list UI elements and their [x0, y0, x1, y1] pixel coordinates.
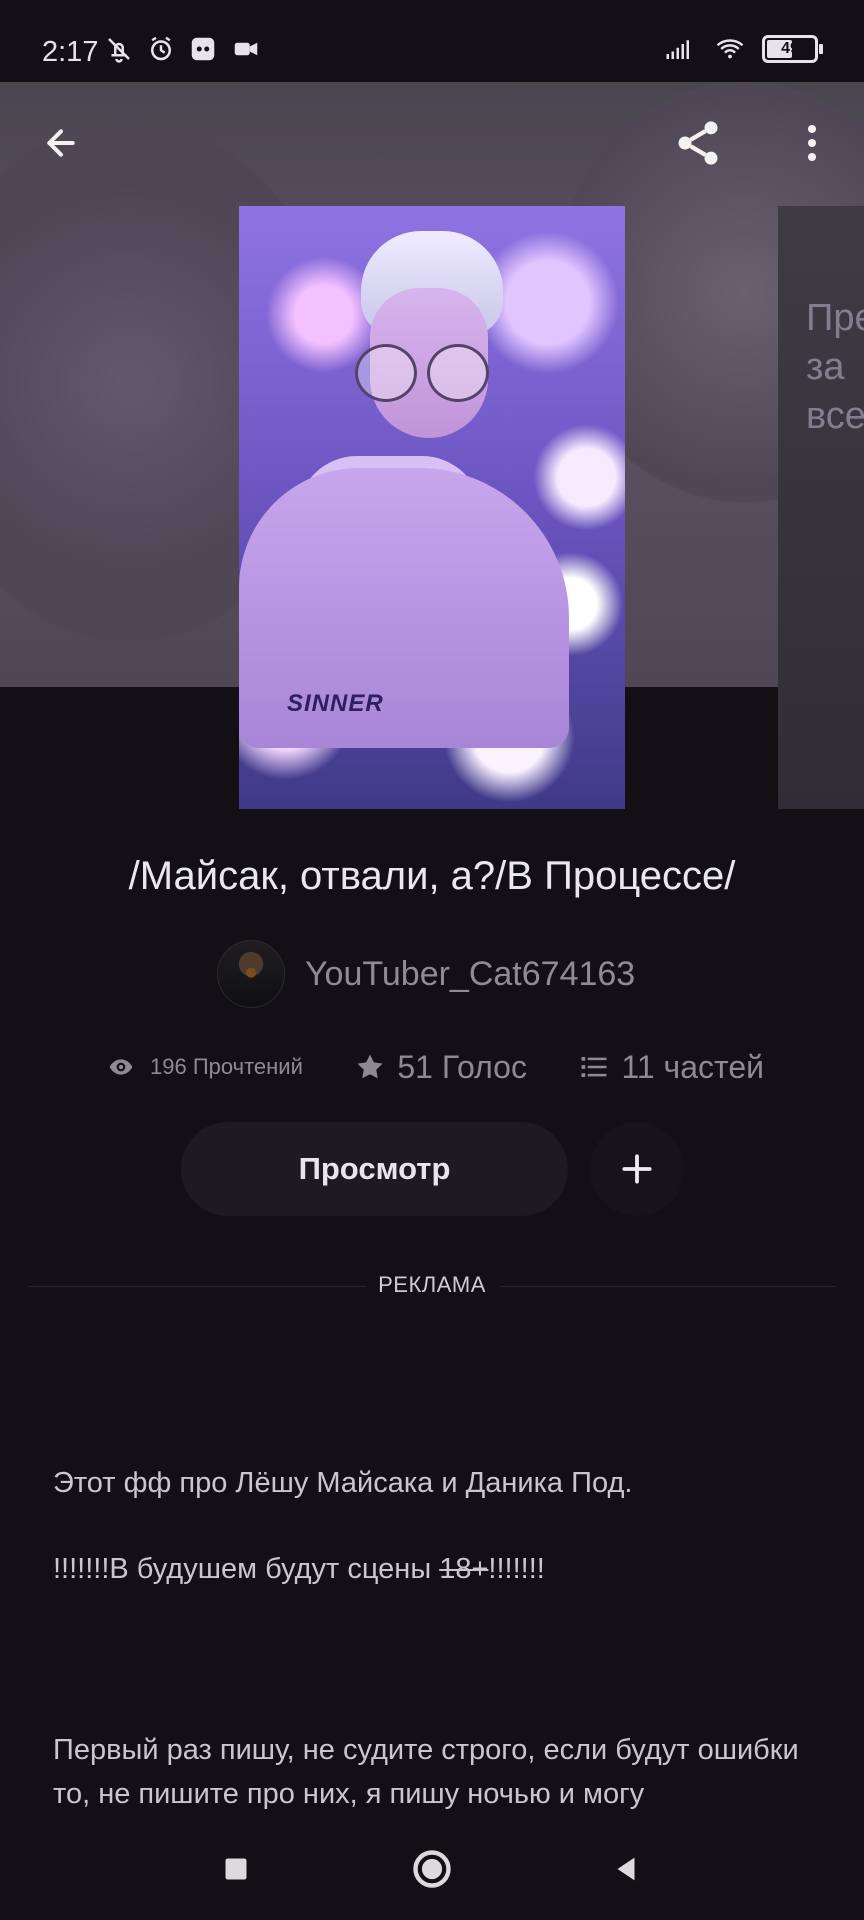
description-line-2: !!!!!!!В будушем будут сцены 18+!!!!!!! — [53, 1547, 833, 1591]
add-to-library-button[interactable] — [590, 1122, 684, 1216]
votes-count: 51 Голос — [397, 1048, 527, 1085]
view-button[interactable]: Просмотр — [181, 1122, 568, 1216]
status-right-icons: 49 — [660, 34, 823, 64]
alarm-icon — [151, 36, 171, 61]
mute-bell-icon — [108, 38, 130, 63]
description-line-3: Первый раз пишу, не судите строго, если … — [53, 1734, 799, 1810]
status-bar: 2:17 49 — [0, 0, 864, 82]
back-button[interactable] — [26, 108, 96, 178]
cover-glasses-right — [427, 344, 489, 402]
cover-print: SINNER — [287, 690, 384, 717]
home-circle-icon — [413, 1850, 451, 1888]
square-icon — [225, 1858, 247, 1880]
description-line-2-prefix: !!!!!!!В будушем будут сцены — [53, 1553, 440, 1585]
ad-divider-right — [500, 1286, 836, 1287]
star-icon — [357, 1054, 383, 1079]
author-name[interactable]: YouTuber_Cat674163 — [305, 955, 635, 994]
ad-label: РЕКЛАМА — [378, 1272, 486, 1297]
battery-level: 49 — [781, 40, 799, 57]
signal-icon — [666, 40, 689, 59]
status-time: 2:17 — [42, 36, 99, 68]
more-options-button[interactable] — [777, 108, 847, 178]
story-cover[interactable]: SINNER — [239, 206, 625, 809]
author-avatar[interactable] — [217, 940, 285, 1008]
share-button[interactable] — [663, 108, 733, 178]
author-row[interactable]: YouTuber_Cat674163 — [217, 940, 635, 1008]
more-vertical-icon — [807, 124, 817, 162]
app-icon — [191, 37, 215, 61]
parts-count: 11 частей — [621, 1048, 764, 1085]
reads-stat: 196 Прочтений — [104, 1054, 303, 1080]
reads-count: 196 Прочтений — [150, 1054, 303, 1079]
system-back-button[interactable] — [598, 1841, 654, 1897]
video-camera-icon — [234, 42, 258, 56]
cover-glasses-left — [355, 344, 417, 402]
status-left-icons — [104, 34, 262, 64]
next-story-card[interactable]: Пре за все — [778, 206, 864, 809]
list-icon — [581, 1057, 607, 1077]
description-line-1: Этот фф про Лёшу Майсака и Даника Под. — [53, 1467, 633, 1499]
eye-icon — [109, 1059, 133, 1075]
triangle-back-icon — [617, 1857, 635, 1881]
home-button[interactable] — [404, 1841, 460, 1897]
story-stats: 196 Прочтений 51 Голос 11 частей — [104, 1046, 764, 1088]
battery-indicator: 49 — [762, 35, 823, 63]
story-title: /Майсак, отвали, а?/В Процессе/ — [128, 854, 736, 898]
plus-icon — [622, 1154, 652, 1184]
parts-stat: 11 частей — [579, 1049, 764, 1086]
votes-stat: 51 Голос — [355, 1049, 527, 1086]
arrow-left-icon — [47, 129, 75, 157]
share-icon — [678, 121, 718, 165]
next-story-card-text: Пре за все — [806, 297, 864, 437]
description-strikethrough: 18+ — [439, 1553, 489, 1585]
wifi-icon — [716, 39, 744, 59]
description-line-2-suffix: !!!!!!! — [488, 1553, 545, 1585]
recent-apps-button[interactable] — [208, 1841, 264, 1897]
